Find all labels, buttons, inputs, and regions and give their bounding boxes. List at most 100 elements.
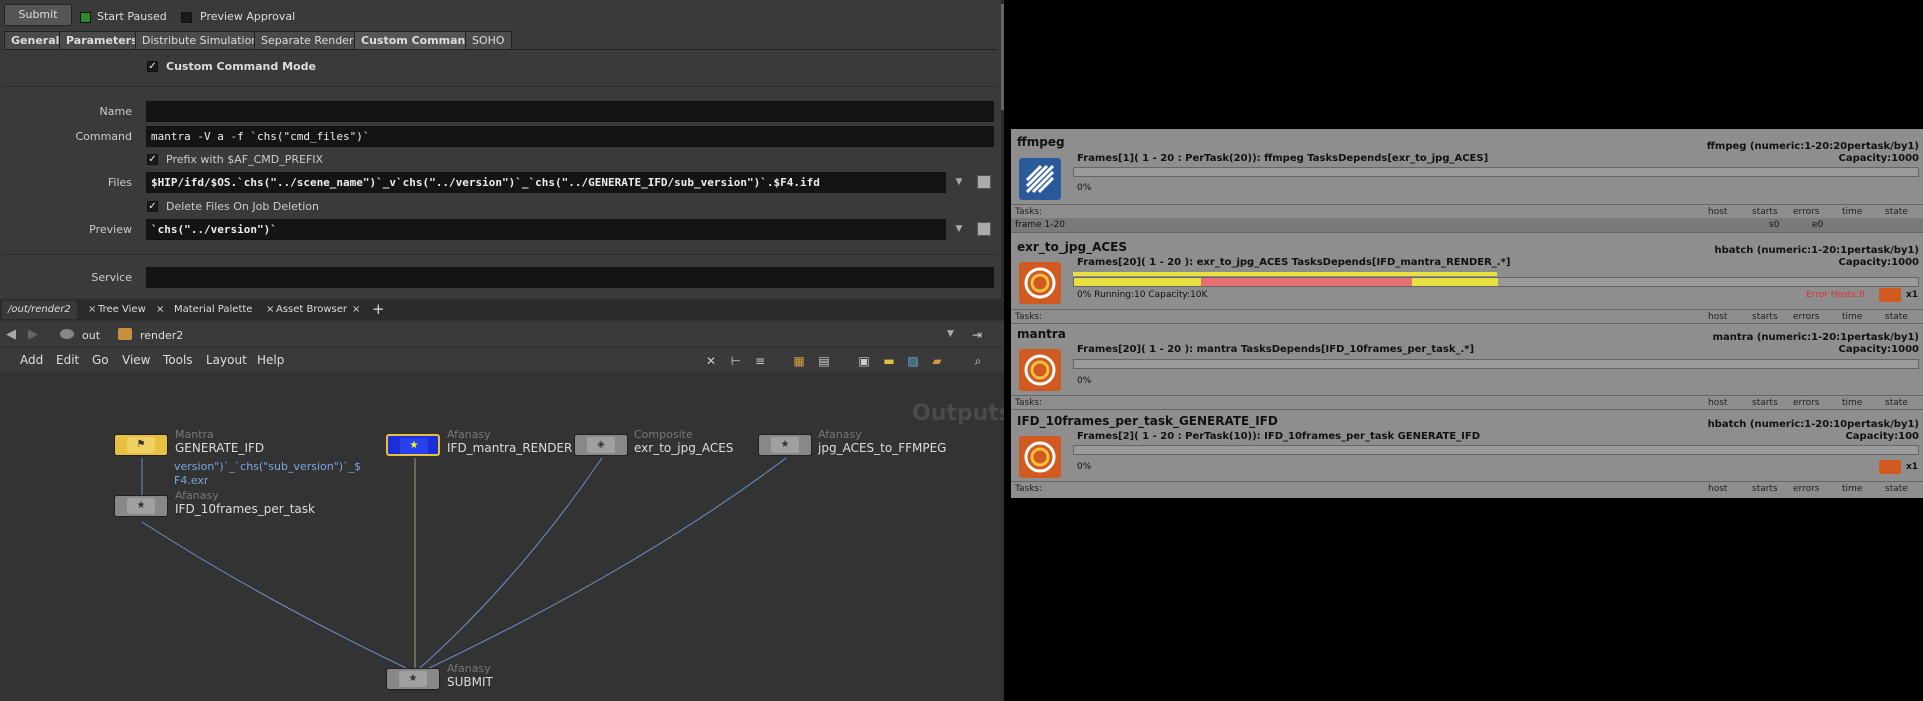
job-service: hbatch (numeric:1-20:1pertask/by1) <box>1714 245 1919 256</box>
job-title[interactable]: exr_to_jpg_ACES <box>1017 240 1127 254</box>
service-label: Service <box>91 271 132 284</box>
service-field[interactable] <box>146 267 994 288</box>
tasks-label: Tasks: <box>1015 484 1043 494</box>
frame-row[interactable] <box>1011 218 1923 232</box>
start-paused-label: Start Paused <box>97 10 167 23</box>
col-errors: errors <box>1793 207 1820 217</box>
star-icon: ★ <box>400 438 428 454</box>
job-divider <box>1011 409 1923 410</box>
tab-custom-command[interactable]: Custom Command <box>354 31 481 49</box>
files-label: Files <box>107 176 132 189</box>
row-divider <box>1011 309 1923 310</box>
node-name-label: SUBMIT <box>447 675 493 689</box>
tab-parameters[interactable]: Parameters <box>59 31 145 49</box>
running-segment <box>1073 272 1497 276</box>
col-starts: starts <box>1752 484 1778 494</box>
job-service: mantra (numeric:1-20:1pertask/by1) <box>1712 332 1919 343</box>
section-divider-2 <box>4 254 998 255</box>
node-type-label: Afanasy <box>447 428 491 441</box>
files-field[interactable]: $HIP/ifd/$OS.`chs("../scene_name")`_v`ch… <box>146 172 946 193</box>
afanasy-panel: ffmpeg ffmpeg (numeric:1-20:20pertask/by… <box>1011 129 1923 498</box>
star-icon: ★ <box>771 437 799 453</box>
tab-soho[interactable]: SOHO <box>465 31 512 49</box>
files-dropdown-icon[interactable]: ▼ <box>953 172 965 192</box>
host-count: x1 <box>1906 462 1919 472</box>
error-segment <box>1201 278 1412 286</box>
node-generate-ifd[interactable]: ⚑ <box>114 434 168 456</box>
col-errors: errors <box>1793 484 1820 494</box>
block-info: Frames[2]( 1 - 20 : PerTask(10)): IFD_10… <box>1077 431 1481 442</box>
start-paused-checkbox[interactable] <box>80 12 91 23</box>
col-time: time <box>1842 312 1863 322</box>
mantra-node-icon: ⚑ <box>127 437 155 453</box>
frame-errors: e0 <box>1812 220 1824 230</box>
row-divider <box>1011 481 1923 482</box>
network-editor: /out/render2 × Tree View × Material Pale… <box>0 298 1004 701</box>
col-state: state <box>1885 484 1908 494</box>
preview-field[interactable]: `chs("../version")` <box>146 219 946 240</box>
command-label: Command <box>75 130 132 143</box>
houdini-small-icon <box>1879 288 1901 302</box>
col-state: state <box>1885 312 1908 322</box>
col-time: time <box>1842 398 1863 408</box>
progress-text: 0% <box>1077 376 1092 386</box>
block-info: Frames[20]( 1 - 20 ): exr_to_jpg_ACES Ta… <box>1077 257 1511 268</box>
block-info: Frames[1]( 1 - 20 : PerTask(20)): ffmpeg… <box>1077 153 1489 164</box>
col-errors: errors <box>1793 312 1820 322</box>
preview-browse-icon[interactable] <box>977 222 991 236</box>
node-ifd-10frames[interactable]: ★ <box>114 495 168 517</box>
file-browse-icon[interactable] <box>977 175 991 189</box>
preview-dropdown-icon[interactable]: ▼ <box>953 219 965 239</box>
progress-bar <box>1073 167 1919 177</box>
preview-approval-checkbox[interactable] <box>181 12 192 23</box>
progress-text: 0% <box>1077 183 1092 193</box>
progress-bar <box>1073 445 1919 455</box>
node-jpg-to-ffmpeg[interactable]: ★ <box>758 434 812 456</box>
tab-separate-render[interactable]: Separate Render <box>254 31 361 49</box>
job-title[interactable]: mantra <box>1017 327 1066 341</box>
scrollbar-thumb[interactable] <box>1001 4 1004 110</box>
node-name-label: IFD_10frames_per_task <box>175 502 315 516</box>
block-capacity: Capacity:100 <box>1845 431 1919 442</box>
name-field[interactable] <box>146 101 994 122</box>
col-starts: starts <box>1752 398 1778 408</box>
star-icon: ★ <box>127 498 155 514</box>
preview-approval-label: Preview Approval <box>200 10 296 23</box>
progress-text: 0% Running:10 Capacity:10K <box>1077 290 1208 300</box>
block-capacity: Capacity:1000 <box>1838 344 1919 355</box>
progress-bar <box>1073 359 1919 369</box>
houdini-logo-icon <box>1019 349 1061 391</box>
job-title[interactable]: IFD_10frames_per_task_GENERATE_IFD <box>1017 414 1278 428</box>
prefix-checkbox[interactable]: ✓ <box>147 154 158 165</box>
houdini-logo-svg <box>1024 441 1056 473</box>
progress-bar <box>1073 277 1919 287</box>
submit-button[interactable]: Submit <box>4 4 72 26</box>
col-host: host <box>1708 207 1728 217</box>
host-count: x1 <box>1906 290 1919 300</box>
tab-distribute-simulation[interactable]: Distribute Simulation <box>135 31 266 49</box>
node-name-label: IFD_mantra_RENDER <box>447 441 573 455</box>
progress-bar-top <box>1073 272 1919 276</box>
node-exr-to-jpg[interactable]: ◈ <box>574 434 628 456</box>
node-ifd-mantra-render[interactable]: ★ <box>386 434 440 456</box>
tab-general[interactable]: General <box>4 31 67 49</box>
node-submit[interactable]: ★ <box>386 668 440 690</box>
command-field[interactable]: mantra -V a -f `chs("cmd_files")` <box>146 126 994 147</box>
job-service: ffmpeg (numeric:1-20:20pertask/by1) <box>1706 141 1919 152</box>
houdini-logo-svg <box>1024 354 1056 386</box>
block-capacity: Capacity:1000 <box>1838 257 1919 268</box>
node-type-label: Afanasy <box>447 662 491 675</box>
composite-node-icon: ◈ <box>587 437 615 453</box>
delete-files-checkbox[interactable]: ✓ <box>147 201 158 212</box>
node-type-label: Afanasy <box>175 489 219 502</box>
custom-command-mode-checkbox[interactable]: ✓ <box>147 61 158 72</box>
node-name-label: jpg_ACES_to_FFMPEG <box>818 441 947 455</box>
job-title[interactable]: ffmpeg <box>1017 135 1065 149</box>
col-host: host <box>1708 398 1728 408</box>
col-starts: starts <box>1752 207 1778 217</box>
block-info: Frames[20]( 1 - 20 ): mantra TasksDepend… <box>1077 344 1475 355</box>
houdini-logo-svg <box>1024 267 1056 299</box>
section-divider <box>4 86 998 87</box>
tasks-label: Tasks: <box>1015 312 1043 322</box>
running-segment-1 <box>1074 278 1201 286</box>
